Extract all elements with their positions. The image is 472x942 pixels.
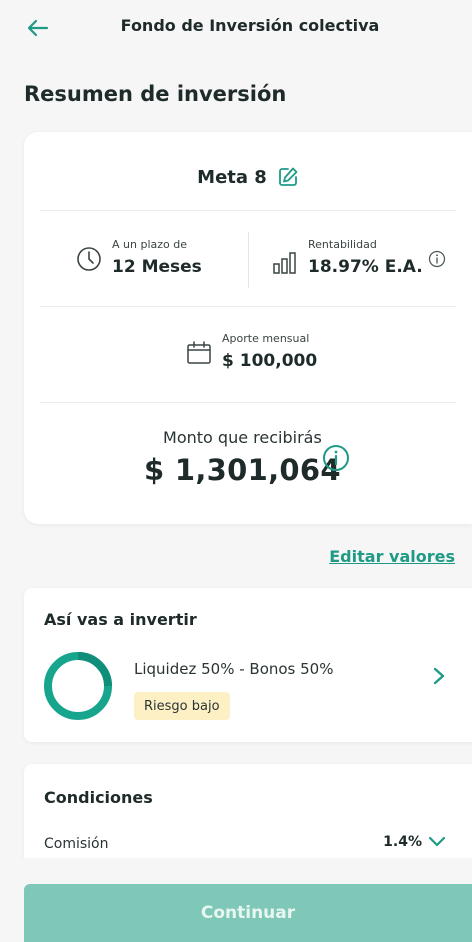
- bar-chart-icon: [273, 252, 296, 274]
- top-bar: Fondo de Inversión colectiva: [0, 0, 472, 58]
- commission-value: 1.4%: [383, 834, 422, 850]
- allocation-donut-icon: [44, 652, 112, 720]
- risk-badge: Riesgo bajo: [134, 692, 230, 720]
- allocation-text: Liquidez 50% - Bonos 50%: [134, 660, 334, 678]
- amount-info-icon[interactable]: [322, 444, 350, 472]
- conditions-title: Condiciones: [44, 788, 153, 807]
- page-title: Resumen de inversión: [24, 82, 287, 106]
- chevron-right-icon[interactable]: [432, 666, 446, 686]
- return-info-icon[interactable]: [428, 250, 446, 268]
- commission-toggle[interactable]: 1.4%: [383, 834, 446, 850]
- return-stat: Rentabilidad 18.97% E.A.: [272, 238, 423, 277]
- investment-allocation-card[interactable]: Así vas a invertir Liquidez 50% - Bonos …: [24, 588, 472, 742]
- amount-value: $ 1,301,064: [144, 453, 341, 487]
- continue-button[interactable]: Continuar: [24, 884, 472, 942]
- divider: [40, 210, 456, 211]
- edit-values-link[interactable]: Editar valores: [329, 547, 455, 566]
- return-value: 18.97% E.A.: [308, 257, 423, 277]
- goal-name: Meta 8: [197, 166, 267, 188]
- goal-row: Meta 8: [24, 162, 472, 192]
- term-value: 12 Meses: [112, 257, 202, 277]
- calendar-icon: [187, 341, 211, 364]
- term-label: A un plazo de: [112, 238, 187, 251]
- header-title: Fondo de Inversión colectiva: [120, 16, 380, 35]
- commission-label: Comisión: [44, 836, 109, 852]
- conditions-card: Condiciones Comisión 1.4%: [24, 764, 472, 860]
- amount-label: Monto que recibirás: [163, 428, 322, 447]
- monthly-contribution-stat: Aporte mensual $ 100,000: [186, 332, 317, 371]
- edit-goal-button[interactable]: [277, 166, 299, 188]
- amount-block: Monto que recibirás $ 1,301,064: [144, 428, 341, 487]
- investment-summary-card: Meta 8 A un plazo de 12 Meses Rentabilid…: [24, 132, 472, 524]
- monthly-value: $ 100,000: [222, 351, 318, 371]
- vertical-divider: [248, 232, 249, 288]
- divider: [40, 402, 456, 403]
- monthly-label: Aporte mensual: [222, 332, 310, 345]
- edit-icon[interactable]: [277, 166, 299, 188]
- clock-icon: [77, 247, 101, 271]
- chevron-down-icon[interactable]: [428, 836, 446, 848]
- divider: [40, 306, 456, 307]
- term-stat: A un plazo de 12 Meses: [76, 238, 202, 277]
- return-label: Rentabilidad: [308, 238, 377, 251]
- investment-title: Así vas a invertir: [44, 610, 197, 629]
